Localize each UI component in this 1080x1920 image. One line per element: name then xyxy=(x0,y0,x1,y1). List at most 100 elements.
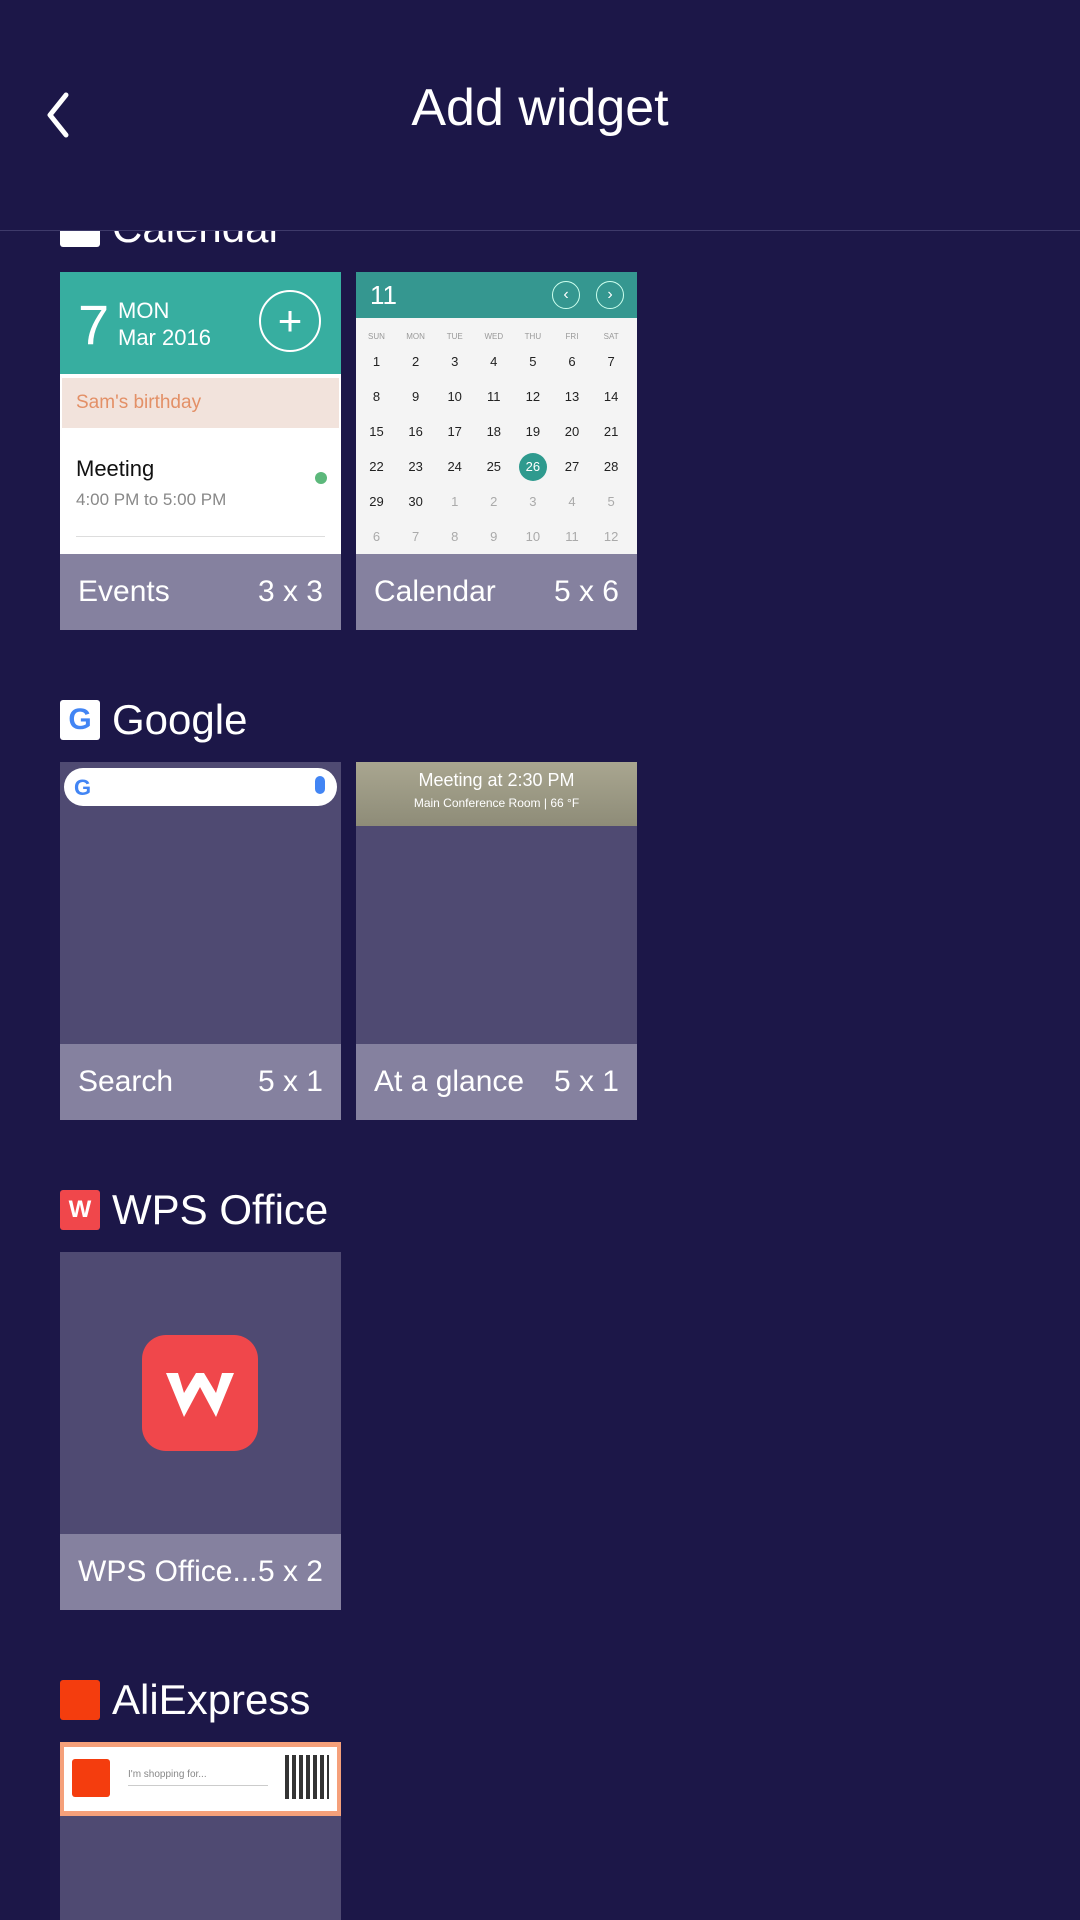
aliexpress-app-icon xyxy=(60,1680,100,1720)
widget-list[interactable]: Calendar 7 MON Mar 2016 + Sam's birthday… xyxy=(0,0,1080,1920)
calendar-day: 13 xyxy=(564,389,580,404)
widget-name: Search xyxy=(78,1065,174,1098)
section-title-aliexpress: AliExpress xyxy=(112,1676,311,1723)
qr-code-icon xyxy=(285,1755,329,1799)
calendar-day: 2 xyxy=(411,354,420,369)
calendar-day: 10 xyxy=(525,529,541,544)
birthday-event: Sam's birthday xyxy=(62,378,339,428)
widget-name: At a glance xyxy=(374,1065,525,1098)
calendar-day: 12 xyxy=(525,389,541,404)
events-weekday: MON xyxy=(118,298,170,323)
calendar-day: 9 xyxy=(490,529,498,544)
chevron-right-icon: › xyxy=(596,281,624,309)
calendar-day: 3 xyxy=(451,354,459,369)
calendar-day: 22 xyxy=(369,459,384,474)
calendar-day: 6 xyxy=(372,529,381,544)
calendar-day: 12 xyxy=(603,529,619,544)
calendar-day: 16 xyxy=(408,424,423,439)
meeting-event-title: Meeting xyxy=(76,456,155,481)
events-header: 7 MON Mar 2016 + xyxy=(60,272,341,374)
calendar-day: 17 xyxy=(447,424,462,439)
calendar-day: 18 xyxy=(486,424,502,439)
wps-office-logo-icon xyxy=(142,1335,258,1451)
calendar-day: 1 xyxy=(451,494,459,509)
calendar-day: 4 xyxy=(568,494,576,509)
calendar-day: 11 xyxy=(487,389,501,404)
calendar-day: 14 xyxy=(603,389,619,404)
calendar-day: 7 xyxy=(607,354,615,369)
widget-events[interactable]: 7 MON Mar 2016 + Sam's birthday Meeting … xyxy=(60,272,341,630)
calendar-day: 23 xyxy=(408,459,423,474)
widget-google-search[interactable]: G Search 5 x 1 xyxy=(60,762,341,1120)
chevron-left-icon: ‹ xyxy=(552,281,580,309)
widget-name: Calendar xyxy=(374,575,496,608)
calendar-day: 8 xyxy=(372,389,381,404)
calendar-day: 7 xyxy=(411,529,420,544)
calendar-day: 28 xyxy=(603,459,619,474)
google-search-bar-preview: G xyxy=(64,768,337,806)
page-title: Add widget xyxy=(411,79,669,137)
calendar-day: 11 xyxy=(565,529,579,544)
at-a-glance-preview: Meeting at 2:30 PM Main Conference Room … xyxy=(356,762,637,826)
section-title-google: Google xyxy=(112,696,248,743)
weekday-label: SUN xyxy=(368,332,385,341)
calendar-month: 11 xyxy=(370,280,397,310)
calendar-day: 29 xyxy=(369,494,384,509)
calendar-day: 26 xyxy=(513,453,552,481)
google-g-icon: G xyxy=(74,775,92,800)
event-status-dot xyxy=(315,472,327,484)
widget-footer: Events 3 x 3 xyxy=(60,554,341,630)
calendar-day: 3 xyxy=(529,494,537,509)
widget-size: 5 x 2 xyxy=(257,1555,323,1588)
widget-wps-office[interactable]: WPS Office... 5 x 2 xyxy=(60,1252,341,1610)
widget-name: WPS Office... xyxy=(78,1555,258,1588)
microphone-icon xyxy=(315,776,325,794)
add-icon: + xyxy=(259,290,321,352)
weekday-label: FRI xyxy=(565,332,579,341)
calendar-day: 19 xyxy=(525,424,541,439)
events-list: Sam's birthday Meeting 4:00 PM to 5:00 P… xyxy=(60,374,341,554)
calendar-header: 11 ‹ › xyxy=(356,272,637,318)
widget-footer: WPS Office... 5 x 2 xyxy=(60,1534,341,1610)
calendar-day: 2 xyxy=(490,494,498,509)
divider xyxy=(76,536,325,537)
weekday-label: THU xyxy=(524,332,542,341)
widget-name: Events xyxy=(78,575,170,608)
calendar-grid: SUN MON TUE WED THU FRI SAT 1 2 3 4 5 6 7 8 9 10 11 12 13 14… xyxy=(356,318,637,554)
calendar-day: 30 xyxy=(408,494,423,509)
aliexpress-logo-icon xyxy=(72,1759,110,1797)
widget-aliexpress[interactable]: I'm shopping for... xyxy=(60,1742,341,1920)
app-bar: Add widget xyxy=(0,0,1080,231)
events-date: Mar 2016 xyxy=(118,325,211,350)
calendar-day: 9 xyxy=(411,389,420,404)
calendar-day: 27 xyxy=(564,459,580,474)
widget-at-a-glance[interactable]: Meeting at 2:30 PM Main Conference Room … xyxy=(356,762,637,1120)
weekday-label: WED xyxy=(484,332,504,341)
weekday-label: MON xyxy=(406,332,425,341)
calendar-day: 25 xyxy=(486,459,502,474)
widget-footer: At a glance 5 x 1 xyxy=(356,1044,637,1120)
calendar-day: 24 xyxy=(447,459,462,474)
calendar-day: 4 xyxy=(490,354,498,369)
calendar-day: 1 xyxy=(372,354,381,369)
section-title-wps: WPS Office xyxy=(112,1186,329,1233)
calendar-day: 21 xyxy=(603,424,619,439)
calendar-day: 20 xyxy=(564,424,580,439)
widget-footer: Search 5 x 1 xyxy=(60,1044,341,1120)
calendar-day: 15 xyxy=(369,424,384,439)
calendar-day: 6 xyxy=(568,354,576,369)
widget-calendar[interactable]: 11 ‹ › SUN MON TUE WED THU FRI SAT 1 2 3 4 5 6 7 8 9 10 1… xyxy=(356,272,637,630)
google-app-icon: G xyxy=(60,700,100,740)
widget-size: 5 x 1 xyxy=(553,1065,619,1098)
events-day: 7 xyxy=(78,293,110,356)
widget-size: 3 x 3 xyxy=(257,575,323,608)
weekday-label: TUE xyxy=(446,332,463,341)
calendar-day: 8 xyxy=(451,529,459,544)
calendar-day: 10 xyxy=(447,389,462,404)
aliexpress-preview: I'm shopping for... xyxy=(60,1742,341,1816)
widget-footer: Calendar 5 x 6 xyxy=(356,554,637,630)
widget-size: 5 x 6 xyxy=(553,575,619,608)
calendar-day: 5 xyxy=(529,354,537,369)
aliexpress-search-preview: I'm shopping for... xyxy=(128,1769,268,1786)
glance-headline: Meeting at 2:30 PM xyxy=(418,770,575,790)
